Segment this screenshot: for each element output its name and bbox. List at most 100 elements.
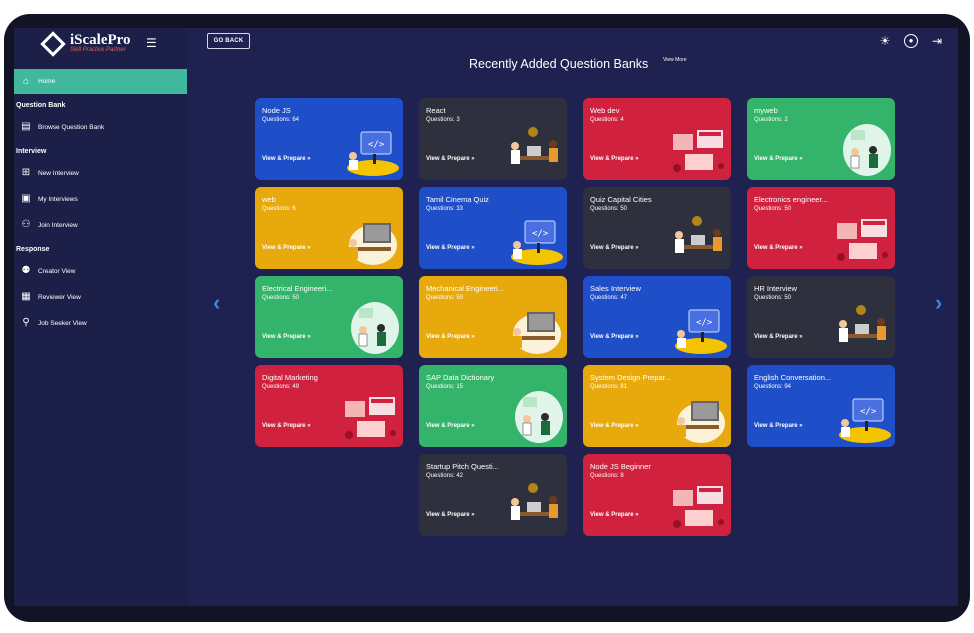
app-screen: iScalePro Skill Practice Partner ☰ GO BA… bbox=[14, 28, 958, 606]
question-bank-card[interactable]: </> English Conversation... Questions: 94 V… bbox=[747, 365, 895, 447]
question-bank-card[interactable]: Web dev Questions: 4 View & Prepare » bbox=[583, 98, 731, 180]
svg-text:</>: </> bbox=[368, 140, 385, 150]
double-chevron-icon: » bbox=[797, 156, 803, 162]
sidebar-item[interactable]: ▦ Reviewer View bbox=[14, 284, 187, 310]
top-bar: iScalePro Skill Practice Partner ☰ GO BA… bbox=[14, 28, 958, 58]
view-prepare-link[interactable]: View & Prepare » bbox=[262, 245, 311, 251]
view-prepare-link[interactable]: View & Prepare » bbox=[426, 512, 475, 518]
question-bank-card[interactable]: Node JS Beginner Questions: 8 View & Prepa… bbox=[583, 454, 731, 536]
card-title: Node JS bbox=[262, 106, 291, 115]
person-box-icon: ▣ bbox=[21, 193, 31, 204]
question-bank-card[interactable]: Electronics engineer... Questions: 50 View… bbox=[747, 187, 895, 269]
card-title: Web dev bbox=[590, 106, 620, 115]
go-back-button[interactable]: GO BACK bbox=[207, 33, 250, 49]
question-bank-card[interactable]: Digital Marketing Questions: 49 View & Pre… bbox=[255, 365, 403, 447]
desk-icon bbox=[339, 211, 401, 267]
people-icon bbox=[503, 389, 565, 445]
question-bank-card[interactable]: System Design Prepar... Questions: 81 View… bbox=[583, 365, 731, 447]
sidebar-item-label: Join Interview bbox=[38, 221, 78, 229]
question-bank-card[interactable]: </> Sales Interview Questions: 47 View & Pr… bbox=[583, 276, 731, 358]
sidebar-item[interactable]: ▤ Browse Question Bank bbox=[14, 114, 187, 140]
menu-toggle-icon[interactable]: ☰ bbox=[146, 36, 157, 50]
sidebar-item[interactable]: ⚇ Join Interview bbox=[14, 212, 187, 238]
double-chevron-icon: » bbox=[797, 334, 803, 340]
view-prepare-link[interactable]: View & Prepare » bbox=[426, 156, 475, 162]
book-icon: ▤ bbox=[21, 121, 31, 132]
double-chevron-icon: » bbox=[469, 423, 475, 429]
question-bank-card[interactable]: Quiz Capital Cities Questions: 50 View & P… bbox=[583, 187, 731, 269]
carousel-next-icon[interactable]: › bbox=[935, 290, 942, 316]
carousel-prev-icon[interactable]: ‹ bbox=[213, 290, 220, 316]
user-icon: ⚲ bbox=[22, 317, 30, 328]
logout-icon[interactable]: ⇥ bbox=[930, 34, 944, 48]
profile-icon[interactable]: ● bbox=[904, 34, 918, 48]
creator-icon: ⚉ bbox=[21, 265, 31, 276]
view-prepare-link[interactable]: View & Prepare » bbox=[754, 423, 803, 429]
view-prepare-link[interactable]: View & Prepare » bbox=[590, 423, 639, 429]
question-bank-card[interactable]: Mechanical Engineeri... Questions: 50 View… bbox=[419, 276, 567, 358]
question-bank-card[interactable]: </> Node JS Questions: 64 View & Prepare » bbox=[255, 98, 403, 180]
view-prepare-link[interactable]: View & Prepare » bbox=[754, 245, 803, 251]
card-title: Quiz Capital Cities bbox=[590, 195, 652, 204]
view-prepare-label: View & Prepare bbox=[590, 245, 634, 251]
sidebar-item-label: New Interview bbox=[38, 169, 79, 177]
brand-name: iScalePro bbox=[70, 32, 131, 48]
view-prepare-link[interactable]: View & Prepare » bbox=[590, 156, 639, 162]
view-prepare-link[interactable]: View & Prepare » bbox=[754, 334, 803, 340]
card-question-count: Questions: 8 bbox=[590, 473, 624, 479]
view-prepare-link[interactable]: View & Prepare » bbox=[262, 334, 311, 340]
sidebar-item-label: Home bbox=[38, 78, 56, 85]
card-title: Digital Marketing bbox=[262, 373, 318, 382]
question-bank-card[interactable]: React Questions: 3 View & Prepare » bbox=[419, 98, 567, 180]
coder-icon: </> bbox=[831, 389, 893, 445]
sidebar-item[interactable]: ⊞ New Interview bbox=[14, 160, 187, 186]
sidebar-nav: ⌂ Home Question Bank ▤ Browse Question Ban… bbox=[14, 69, 187, 336]
card-question-count: Questions: 81 bbox=[590, 384, 628, 390]
theme-toggle-icon[interactable]: ☀ bbox=[878, 34, 892, 48]
view-prepare-link[interactable]: View & Prepare » bbox=[262, 423, 311, 429]
double-chevron-icon: » bbox=[469, 245, 475, 251]
view-prepare-link[interactable]: View & Prepare » bbox=[426, 245, 475, 251]
view-prepare-label: View & Prepare bbox=[262, 334, 306, 340]
card-title: Mechanical Engineeri... bbox=[426, 284, 504, 293]
question-bank-card[interactable]: Startup Pitch Questi... Questions: 42 View… bbox=[419, 454, 567, 536]
question-bank-card[interactable]: web Questions: 6 View & Prepare » bbox=[255, 187, 403, 269]
view-prepare-link[interactable]: View & Prepare » bbox=[262, 156, 311, 162]
sidebar-item-home[interactable]: ⌂ Home bbox=[14, 69, 187, 94]
card-title: HR Interview bbox=[754, 284, 797, 293]
view-prepare-link[interactable]: View & Prepare » bbox=[590, 334, 639, 340]
view-more-link[interactable]: View More bbox=[663, 57, 687, 63]
view-prepare-link[interactable]: View & Prepare » bbox=[590, 512, 639, 518]
view-prepare-link[interactable]: View & Prepare » bbox=[754, 156, 803, 162]
card-question-count: Questions: 50 bbox=[754, 206, 792, 212]
view-prepare-link[interactable]: View & Prepare » bbox=[426, 423, 475, 429]
question-bank-card[interactable]: SAP Data Dictionary Questions: 15 View & P… bbox=[419, 365, 567, 447]
view-prepare-label: View & Prepare bbox=[754, 245, 798, 251]
double-chevron-icon: » bbox=[305, 423, 311, 429]
question-bank-card[interactable]: Electrical Engineeri... Questions: 50 View… bbox=[255, 276, 403, 358]
card-question-count: Questions: 15 bbox=[426, 384, 464, 390]
sidebar-item[interactable]: ⚲ Job Seeker View bbox=[14, 310, 187, 336]
view-prepare-link[interactable]: View & Prepare » bbox=[590, 245, 639, 251]
double-chevron-icon: » bbox=[633, 245, 639, 251]
card-title: web bbox=[262, 195, 276, 204]
double-chevron-icon: » bbox=[305, 156, 311, 162]
card-title: myweb bbox=[754, 106, 778, 115]
double-chevron-icon: » bbox=[469, 334, 475, 340]
view-prepare-label: View & Prepare bbox=[426, 245, 470, 251]
people-icon bbox=[831, 122, 893, 178]
view-prepare-link[interactable]: View & Prepare » bbox=[426, 334, 475, 340]
double-chevron-icon: » bbox=[797, 245, 803, 251]
svg-text:</>: </> bbox=[860, 407, 877, 417]
sidebar-item[interactable]: ▣ My Interviews bbox=[14, 186, 187, 212]
desk-icon bbox=[503, 300, 565, 356]
sidebar-item[interactable]: ⚉ Creator View bbox=[14, 258, 187, 284]
question-bank-card[interactable]: </> Tamil Cinema Quiz Questions: 33 View & … bbox=[419, 187, 567, 269]
question-bank-card[interactable]: HR Interview Questions: 50 View & Prepare … bbox=[747, 276, 895, 358]
question-bank-card[interactable]: myweb Questions: 2 View & Prepare » bbox=[747, 98, 895, 180]
view-prepare-label: View & Prepare bbox=[262, 156, 306, 162]
card-question-count: Questions: 50 bbox=[590, 206, 628, 212]
card-question-count: Questions: 50 bbox=[262, 295, 300, 301]
view-prepare-label: View & Prepare bbox=[426, 512, 470, 518]
brand-logo[interactable]: iScalePro Skill Practice Partner bbox=[40, 30, 131, 57]
